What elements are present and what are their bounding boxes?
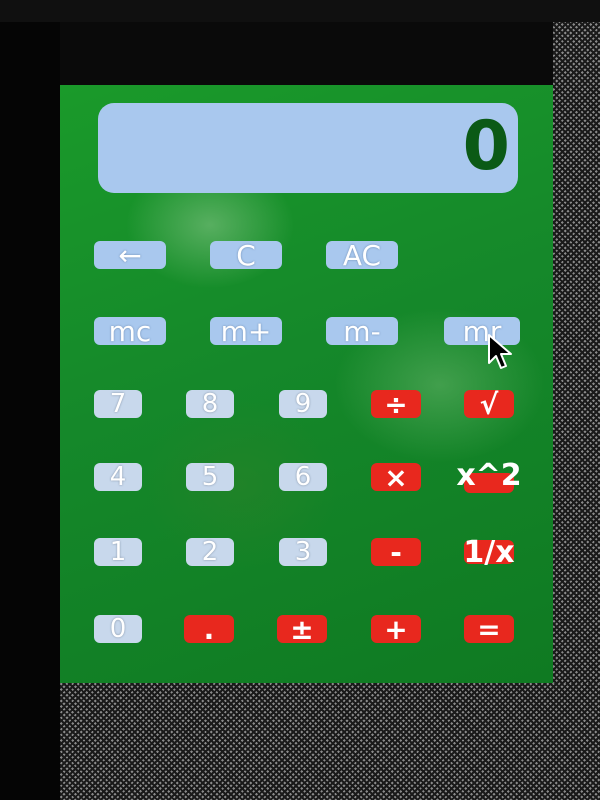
digit-8-button[interactable]: 8 (186, 389, 234, 419)
screen-left-edge (0, 22, 60, 800)
digit-7-button[interactable]: 7 (94, 389, 142, 419)
digit-6-button[interactable]: 6 (279, 462, 327, 492)
memory-clear-button[interactable]: mc (94, 315, 166, 348)
desktop-background-bottom (60, 683, 600, 800)
screen-top-edge (0, 0, 600, 22)
digit-9-button[interactable]: 9 (279, 389, 327, 419)
digit-3-button[interactable]: 3 (279, 537, 327, 567)
decimal-button[interactable]: . (184, 613, 234, 646)
calculator-window: 0 ← C AC mc m+ m- mr 7 8 9 ÷ √ 4 5 6 × x… (60, 85, 553, 683)
clear-button[interactable]: C (210, 239, 282, 272)
digit-5-button[interactable]: 5 (186, 462, 234, 492)
divide-button[interactable]: ÷ (371, 388, 421, 421)
square-root-button[interactable]: √ (464, 388, 514, 421)
digit-0-button[interactable]: 0 (94, 614, 142, 644)
digit-1-button[interactable]: 1 (94, 537, 142, 567)
backspace-button[interactable]: ← (94, 239, 166, 272)
display-value: 0 (462, 107, 510, 186)
mouse-pointer-icon (488, 334, 512, 369)
memory-add-button[interactable]: m+ (210, 315, 282, 348)
memory-subtract-button[interactable]: m- (326, 315, 398, 348)
digit-4-button[interactable]: 4 (94, 462, 142, 492)
calculator-display: 0 (98, 103, 518, 193)
subtract-button[interactable]: - (371, 536, 421, 569)
equals-button[interactable]: = (464, 613, 514, 646)
square-button[interactable]: x^2 (448, 457, 530, 493)
multiply-button[interactable]: × (371, 461, 421, 494)
add-button[interactable]: + (371, 613, 421, 646)
plus-minus-button[interactable]: ± (277, 613, 327, 646)
all-clear-button[interactable]: AC (326, 239, 398, 272)
digit-2-button[interactable]: 2 (186, 537, 234, 567)
reciprocal-button[interactable]: 1/x (450, 534, 528, 570)
